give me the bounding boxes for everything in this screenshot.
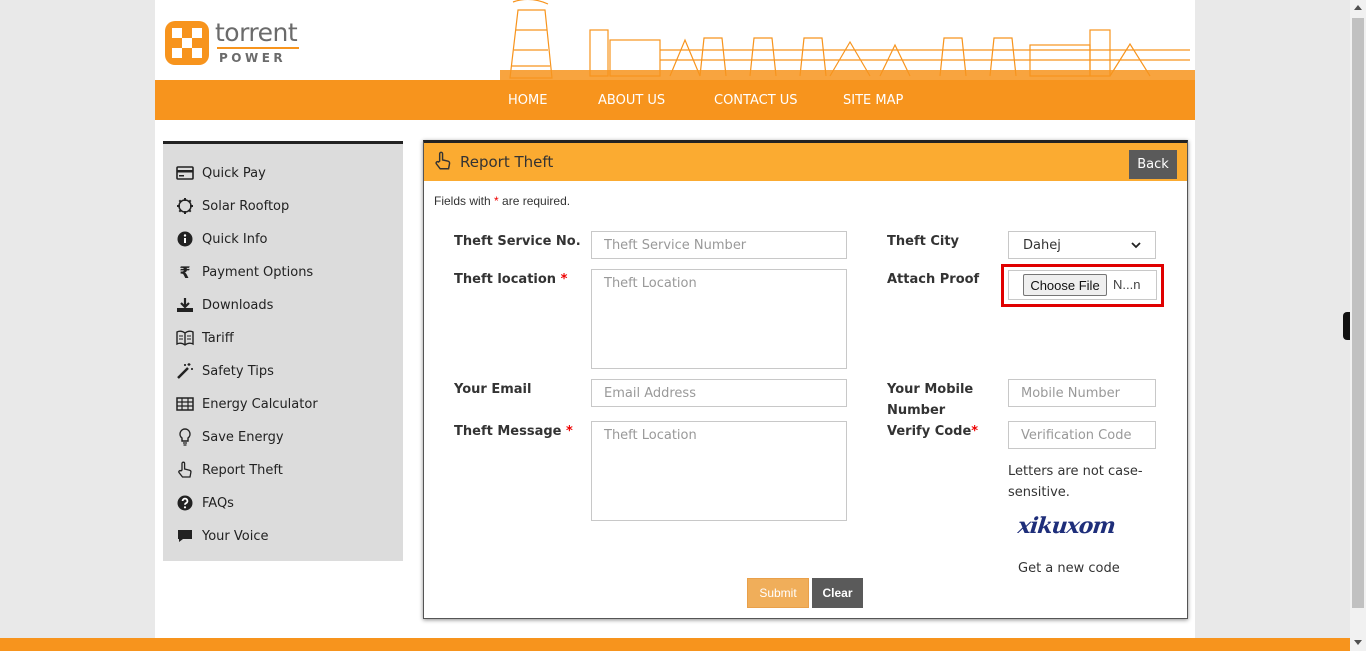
scroll-up-arrow-icon[interactable] xyxy=(1354,5,1362,10)
comment-icon xyxy=(175,526,195,546)
sidebar-item-label: Quick Pay xyxy=(202,165,266,181)
verify-code-label: Verify Code* xyxy=(887,424,979,439)
chosen-file-name: N...n xyxy=(1113,277,1141,292)
brand-logo[interactable]: torrent POWER xyxy=(165,18,315,68)
sidebar-item-solar-rooftop[interactable]: Solar Rooftop xyxy=(175,195,289,217)
clear-button[interactable]: Clear xyxy=(812,578,863,608)
main-navbar: HOME ABOUT US CONTACT US SITE MAP xyxy=(155,80,1195,120)
nav-contact-us[interactable]: CONTACT US xyxy=(714,93,798,108)
logo-wordmark: torrent xyxy=(215,18,298,47)
table-icon xyxy=(175,394,195,414)
pointing-hand-icon xyxy=(433,151,453,176)
sidebar-item-label: Safety Tips xyxy=(202,363,274,379)
scroll-down-arrow-icon[interactable] xyxy=(1354,640,1362,645)
sidebar-item-downloads[interactable]: Downloads xyxy=(175,294,273,316)
sidebar-item-label: Report Theft xyxy=(202,462,283,478)
sidebar-item-quick-pay[interactable]: Quick Pay xyxy=(175,162,266,184)
power-plant-banner xyxy=(500,0,1195,80)
report-theft-panel: Report Theft Back Fields with * are requ… xyxy=(423,140,1188,619)
sidebar-item-label: FAQs xyxy=(202,495,234,511)
chevron-down-icon xyxy=(1131,238,1141,253)
theft-city-select[interactable]: Dahej xyxy=(1008,231,1156,259)
sidebar-item-label: Tariff xyxy=(202,330,234,346)
attach-proof-file-input[interactable]: Choose File N...n xyxy=(1008,270,1157,300)
required-fields-note: Fields with * are required. xyxy=(434,194,571,208)
nav-about-us[interactable]: ABOUT US xyxy=(598,93,665,108)
sidebar-item-label: Your Voice xyxy=(202,528,269,544)
scrollbar-thumb[interactable] xyxy=(1352,18,1364,608)
gear-icon xyxy=(175,196,195,216)
theft-city-value: Dahej xyxy=(1023,237,1061,253)
sidebar-item-faqs[interactable]: FAQs xyxy=(175,492,234,514)
book-icon xyxy=(175,328,195,348)
panel-header: Report Theft Back xyxy=(424,143,1187,181)
theft-service-no-label: Theft Service No. xyxy=(454,234,581,249)
sidebar-item-quick-info[interactable]: Quick Info xyxy=(175,228,268,250)
sidebar-item-your-voice[interactable]: Your Voice xyxy=(175,525,268,547)
theft-city-label: Theft City xyxy=(887,234,960,249)
choose-file-button[interactable]: Choose File xyxy=(1023,274,1107,296)
sidebar-item-label: Quick Info xyxy=(202,231,268,247)
attach-proof-highlight: Choose File N...n xyxy=(1001,264,1164,307)
logo-divider xyxy=(217,47,299,49)
theft-location-label: Theft location * xyxy=(454,272,568,287)
sidebar-item-payment-options[interactable]: ₹ Payment Options xyxy=(175,261,313,283)
back-button[interactable]: Back xyxy=(1129,150,1177,179)
theft-service-number-input[interactable] xyxy=(591,231,847,259)
captcha-image: xikuxom xyxy=(1016,513,1117,539)
theft-message-textarea[interactable] xyxy=(591,421,847,521)
sidebar-item-report-theft[interactable]: Report Theft xyxy=(175,459,283,481)
panel-title: Report Theft xyxy=(460,153,554,171)
verification-code-input[interactable] xyxy=(1008,421,1156,449)
nav-home[interactable]: HOME xyxy=(508,93,547,108)
sidebar-item-save-energy[interactable]: Save Energy xyxy=(175,426,284,448)
case-sensitivity-note: Letters are not case-sensitive. xyxy=(1008,464,1143,500)
credit-card-icon xyxy=(175,163,195,183)
magic-wand-icon xyxy=(175,361,195,381)
sidebar-item-label: Energy Calculator xyxy=(202,396,318,412)
download-icon xyxy=(175,295,195,315)
nav-site-map[interactable]: SITE MAP xyxy=(843,93,903,108)
logo-subtitle: POWER xyxy=(219,51,287,65)
mobile-number-input[interactable] xyxy=(1008,379,1156,407)
get-new-code-link[interactable]: Get a new code xyxy=(1018,561,1120,576)
theft-message-label: Theft Message * xyxy=(454,424,573,439)
sidebar-item-energy-calculator[interactable]: Energy Calculator xyxy=(175,393,318,415)
sidebar-item-tariff[interactable]: Tariff xyxy=(175,327,234,349)
sidebar-item-label: Downloads xyxy=(202,297,274,313)
page-scrollbar[interactable] xyxy=(1350,0,1366,651)
feedback-side-tab[interactable] xyxy=(1343,312,1350,340)
sidebar-item-safety-tips[interactable]: Safety Tips xyxy=(175,360,274,382)
question-icon xyxy=(175,493,195,513)
your-mobile-number-label: Your Mobile Number xyxy=(887,382,974,418)
submit-button[interactable]: Submit xyxy=(747,578,809,608)
pointing-hand-icon xyxy=(175,460,195,480)
sidebar-item-label: Save Energy xyxy=(202,429,284,445)
logo-mark-icon xyxy=(165,21,209,65)
your-email-label: Your Email xyxy=(454,382,532,397)
sidebar-menu: Quick Pay Solar Rooftop Quick Info ₹ Pay… xyxy=(163,141,403,561)
attach-proof-label: Attach Proof xyxy=(887,272,980,287)
info-icon xyxy=(175,229,195,249)
lightbulb-icon xyxy=(175,427,195,447)
site-header: torrent POWER xyxy=(155,0,1195,80)
sidebar-item-label: Solar Rooftop xyxy=(202,198,290,214)
theft-location-textarea[interactable] xyxy=(591,269,847,369)
page-container: torrent POWER HOME ABOUT US CONTACT US S… xyxy=(155,0,1195,651)
rupee-icon: ₹ xyxy=(179,262,191,282)
sidebar-item-label: Payment Options xyxy=(202,264,314,280)
footer-bar xyxy=(0,638,1350,651)
email-address-input[interactable] xyxy=(591,379,847,407)
